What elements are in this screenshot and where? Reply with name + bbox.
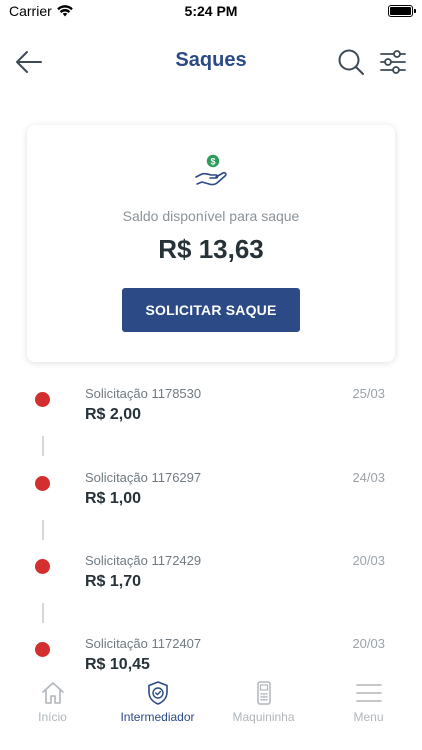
request-title: Solicitação 1172407 bbox=[85, 636, 202, 651]
balance-label: Saldo disponível para saque bbox=[122, 208, 300, 224]
tab-menu[interactable]: Menu bbox=[316, 680, 421, 724]
request-date: 20/03 bbox=[352, 553, 385, 568]
search-icon bbox=[338, 49, 364, 75]
timeline-connector bbox=[42, 603, 44, 623]
request-date: 25/03 bbox=[352, 386, 385, 401]
request-amount: R$ 1,00 bbox=[85, 490, 142, 507]
shield-check-icon bbox=[148, 681, 168, 705]
hamburger-menu-icon bbox=[356, 684, 382, 702]
status-dot bbox=[35, 559, 50, 574]
status-time: 5:24 PM bbox=[184, 3, 238, 19]
filter-button[interactable] bbox=[378, 47, 408, 77]
status-dot bbox=[35, 476, 50, 491]
status-dot bbox=[35, 392, 50, 407]
request-withdrawal-button[interactable]: SOLICITAR SAQUE bbox=[122, 288, 300, 332]
sliders-icon bbox=[380, 50, 406, 74]
timeline-connector bbox=[42, 520, 44, 540]
timeline-connector bbox=[42, 436, 44, 456]
battery-icon bbox=[388, 5, 416, 17]
home-icon bbox=[42, 682, 64, 704]
balance-card: $ Saldo disponível para saque R$ 13,63 S… bbox=[27, 125, 395, 362]
tab-label: Menu bbox=[353, 710, 384, 724]
tab-intermediador[interactable]: Intermediador bbox=[105, 680, 210, 724]
balance-value: R$ 13,63 bbox=[158, 234, 264, 264]
svg-text:$: $ bbox=[210, 157, 215, 167]
tab-inicio[interactable]: Início bbox=[0, 680, 105, 724]
search-button[interactable] bbox=[336, 47, 366, 77]
hand-dollar-coin-icon: $ bbox=[195, 154, 227, 186]
request-title: Solicitação 1178530 bbox=[85, 386, 202, 401]
list-item[interactable]: Solicitação 1172407 R$ 10,45 20/03 bbox=[0, 624, 422, 674]
navigation-header: Saques bbox=[0, 40, 422, 84]
request-title: Solicitação 1172429 bbox=[85, 553, 202, 568]
request-amount: R$ 1,70 bbox=[85, 573, 142, 590]
list-item[interactable]: Solicitação 1176297 R$ 1,00 24/03 bbox=[0, 458, 422, 542]
withdrawal-requests-list: Solicitação 1178530 R$ 2,00 25/03 Solici… bbox=[0, 374, 422, 674]
list-item[interactable]: Solicitação 1178530 R$ 2,00 25/03 bbox=[0, 374, 422, 458]
bottom-tab-bar: Início Intermediador Maquininha Menu bbox=[0, 676, 422, 750]
tab-label: Início bbox=[38, 710, 67, 724]
request-amount: R$ 10,45 bbox=[85, 656, 150, 673]
tab-maquininha[interactable]: Maquininha bbox=[211, 680, 316, 724]
status-bar: Carrier 5:24 PM bbox=[0, 0, 422, 22]
request-date: 24/03 bbox=[352, 470, 385, 485]
request-title: Solicitação 1176297 bbox=[85, 470, 202, 485]
tab-label: Maquininha bbox=[232, 710, 295, 724]
request-amount: R$ 2,00 bbox=[85, 406, 142, 423]
tab-label: Intermediador bbox=[120, 710, 195, 724]
status-dot bbox=[35, 642, 50, 657]
card-machine-icon bbox=[257, 681, 271, 705]
request-date: 20/03 bbox=[352, 636, 385, 651]
list-item[interactable]: Solicitação 1172429 R$ 1,70 20/03 bbox=[0, 541, 422, 625]
